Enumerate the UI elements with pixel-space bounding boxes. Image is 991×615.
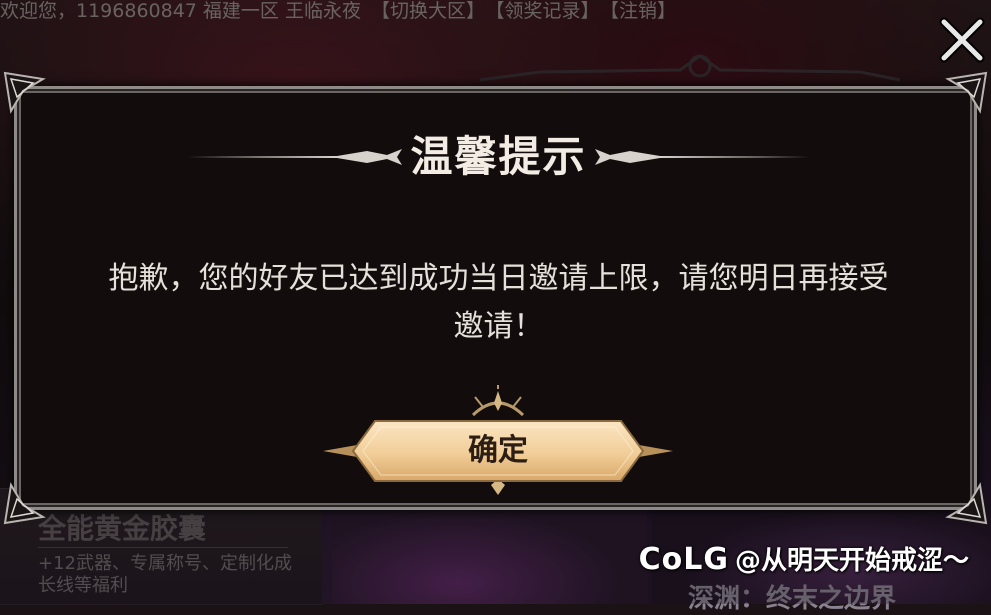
close-button[interactable] <box>938 16 986 64</box>
colg-watermark: CoLG @从明天开始戒涩～ <box>639 540 969 580</box>
title-flourish-right <box>595 149 810 165</box>
close-icon <box>939 17 985 63</box>
dialog-message: 抱歉，您的好友已达到成功当日邀请上限，请您明日再接受邀请！ <box>108 261 889 344</box>
dialog-header: 温馨提示 <box>17 129 980 189</box>
confirm-button-frame: 确定 <box>323 385 673 497</box>
watermark-brand: CoLG <box>638 542 729 577</box>
confirm-button[interactable]: 确定 <box>351 419 645 483</box>
watermark-handle: @从明天开始戒涩～ <box>734 546 969 576</box>
dialog-title: 温馨提示 <box>410 132 587 181</box>
confirm-button-label: 确定 <box>468 433 528 468</box>
corner-ornament-bottom-right <box>945 482 988 525</box>
notice-dialog: 温馨提示 抱歉，您的好友已达到成功当日邀请上限，请您明日再接受邀请！ 确定 <box>3 71 988 525</box>
corner-ornament-bottom-left <box>3 482 46 525</box>
